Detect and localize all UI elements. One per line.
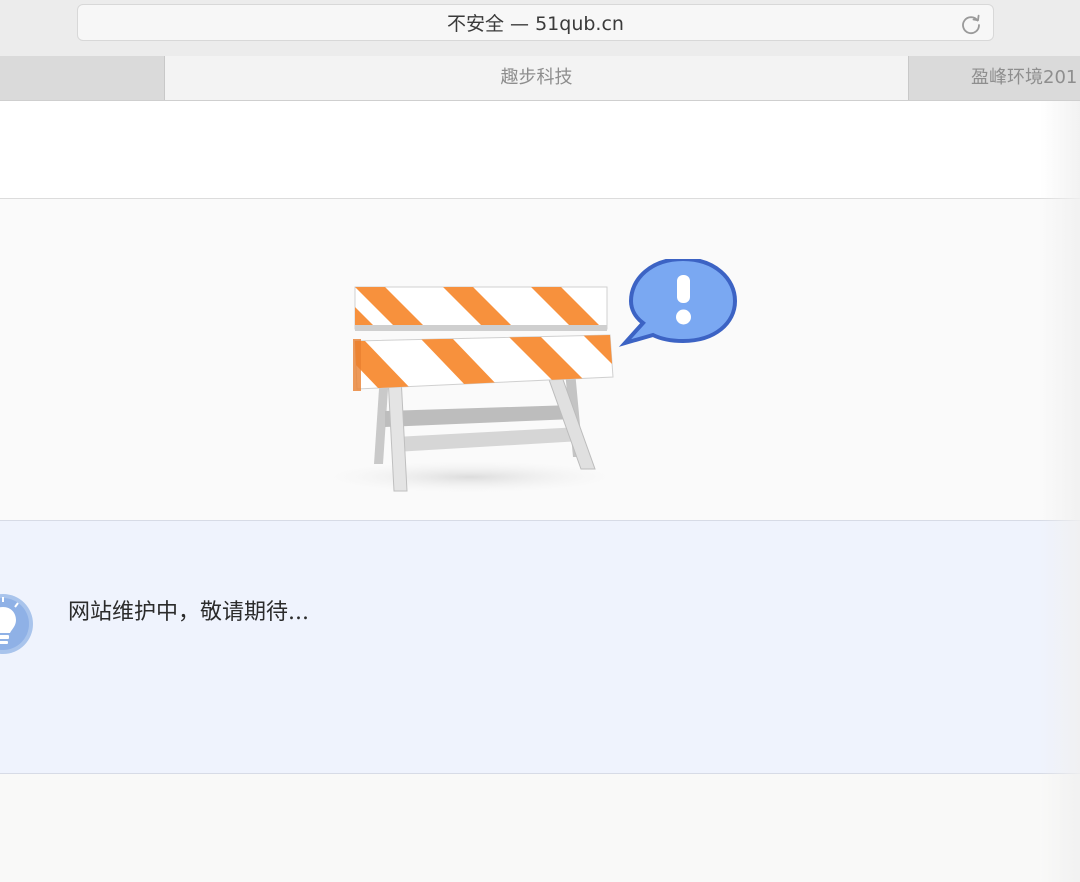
road-barrier-illustration [325,259,738,493]
tab-label: 趣步科技 [500,67,573,88]
maintenance-message: 网站维护中，敬请期待... [68,600,309,625]
maintenance-notice: 网站维护中，敬请期待... [0,520,1080,774]
barrier-brace [395,427,581,452]
tab-bar: 趣步科技 盈峰环境201 [0,56,1080,101]
reload-icon[interactable] [959,12,983,36]
exclamation-bubble-icon [618,259,738,347]
address-text: 不安全 — 51qub.cn [447,13,624,35]
tab-active[interactable]: 趣步科技 [165,56,909,100]
lightbulb-icon [0,594,33,654]
barrier-brace [385,405,574,427]
page-footer-area [0,774,1080,882]
browser-toolbar: 不安全 — 51qub.cn [0,0,1080,57]
maintenance-hero [0,199,1080,521]
browser-window: 不安全 — 51qub.cn 趣步科技 盈峰环境201 网站维护中，敬请期待..… [0,0,1080,882]
tab-next[interactable]: 盈峰环境201 [909,56,1080,100]
barrier-shadow [325,461,615,493]
address-bar[interactable]: 不安全 — 51qub.cn [77,4,994,41]
tab-previous[interactable] [0,56,165,100]
tab-label: 盈峰环境201 [971,67,1078,88]
page-header-strip [0,101,1080,199]
page-content: 网站维护中，敬请期待... [0,101,1080,882]
